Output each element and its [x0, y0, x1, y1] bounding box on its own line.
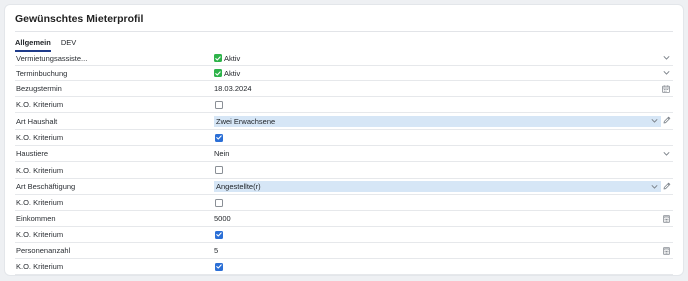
field-value-area: Zwei Erwachsene — [214, 113, 673, 129]
form-row: Haustiere Nein — [15, 146, 673, 162]
field-label: K.O. Kriterium — [16, 165, 64, 175]
form-row: K.O. Kriterium — [15, 195, 673, 211]
form-row: K.O. Kriterium — [15, 162, 673, 179]
field-value-area — [214, 195, 673, 210]
tab-dev[interactable]: DEV — [61, 38, 76, 52]
field-label: Bezugstermin — [16, 84, 62, 93]
field-value[interactable]: Nein — [214, 149, 229, 158]
form-row: Art Haushalt Zwei Erwachsene — [15, 113, 673, 130]
form-row: Vermietungsassiste... Aktiv — [15, 51, 673, 66]
chevron-down-icon[interactable] — [663, 151, 670, 156]
form-row: K.O. Kriterium — [15, 130, 673, 146]
field-value-area — [214, 259, 673, 274]
chevron-down-icon[interactable] — [651, 182, 658, 191]
field-label: Art Haushalt — [16, 116, 58, 126]
select-field[interactable]: Zwei Erwachsene — [214, 115, 661, 127]
field-label: Einkommen — [16, 214, 56, 223]
select-value: Angestellte(r) — [216, 182, 261, 191]
field-value-area: 5 — [214, 243, 673, 258]
ko-criterion-checkbox[interactable] — [215, 100, 223, 109]
field-value[interactable]: 5000 — [214, 214, 231, 223]
pencil-icon[interactable] — [663, 116, 671, 126]
tenant-profile-card: Gewünschtes Mieterprofil Allgemein DEV V… — [4, 4, 684, 276]
form-row: Art Beschäftigung Angestellte(r) — [15, 179, 673, 195]
tab-allgemein[interactable]: Allgemein — [15, 38, 51, 52]
field-value-area: Angestellte(r) — [214, 179, 673, 194]
field-value[interactable]: 5 — [214, 246, 218, 255]
field-value-area: Nein — [214, 146, 673, 161]
form-rows: Vermietungsassiste... Aktiv Terminbuchung A… — [15, 51, 673, 275]
ko-criterion-checkbox[interactable] — [215, 133, 223, 142]
form-row: K.O. Kriterium — [15, 259, 673, 275]
field-label: Haustiere — [16, 149, 49, 158]
status-value[interactable]: Aktiv — [224, 54, 240, 63]
chevron-down-icon[interactable] — [663, 70, 670, 76]
field-label: K.O. Kriterium — [16, 262, 64, 271]
calculator-icon[interactable] — [663, 246, 670, 255]
field-label: K.O. Kriterium — [16, 100, 64, 109]
field-value-area: Aktiv — [214, 66, 673, 80]
field-value-area — [214, 130, 673, 145]
field-value-area: 18.03.2024 — [214, 81, 673, 96]
chevron-down-icon[interactable] — [663, 55, 670, 61]
status-value[interactable]: Aktiv — [224, 69, 240, 78]
check-icon — [214, 69, 222, 77]
form-row: K.O. Kriterium — [15, 227, 673, 243]
field-label: K.O. Kriterium — [16, 230, 64, 239]
field-value-area — [214, 97, 673, 112]
ko-criterion-checkbox[interactable] — [215, 166, 223, 174]
field-value-area: Aktiv — [214, 51, 673, 65]
tab-bar: Allgemein DEV — [15, 38, 76, 52]
pencil-icon[interactable] — [663, 182, 671, 192]
form-row: Einkommen 5000 — [15, 211, 673, 227]
field-value-area: 5000 — [214, 211, 673, 226]
form-row: Personenanzahl 5 — [15, 243, 673, 259]
field-label: Vermietungsassiste... — [16, 53, 88, 63]
form-row: Bezugstermin 18.03.2024 — [15, 81, 673, 97]
field-label: Terminbuchung — [16, 68, 68, 78]
select-field[interactable]: Angestellte(r) — [214, 181, 661, 192]
field-label: Art Beschäftigung — [16, 182, 76, 191]
field-value-area — [214, 162, 673, 178]
chevron-down-icon[interactable] — [651, 117, 658, 126]
calculator-icon[interactable] — [663, 214, 670, 223]
calendar-icon[interactable] — [662, 84, 670, 93]
check-icon — [214, 54, 222, 62]
title-divider — [15, 31, 673, 32]
form-row: Terminbuchung Aktiv — [15, 66, 673, 81]
field-label: K.O. Kriterium — [16, 133, 64, 142]
select-value: Zwei Erwachsene — [216, 116, 276, 126]
field-value-area — [214, 227, 673, 242]
field-label: Personenanzahl — [16, 246, 71, 255]
ko-criterion-checkbox[interactable] — [215, 198, 223, 207]
field-value[interactable]: 18.03.2024 — [214, 84, 252, 93]
field-label: K.O. Kriterium — [16, 198, 64, 207]
ko-criterion-checkbox[interactable] — [215, 230, 223, 239]
form-row: K.O. Kriterium — [15, 97, 673, 113]
page-title: Gewünschtes Mieterprofil — [15, 13, 144, 25]
ko-criterion-checkbox[interactable] — [215, 262, 223, 271]
